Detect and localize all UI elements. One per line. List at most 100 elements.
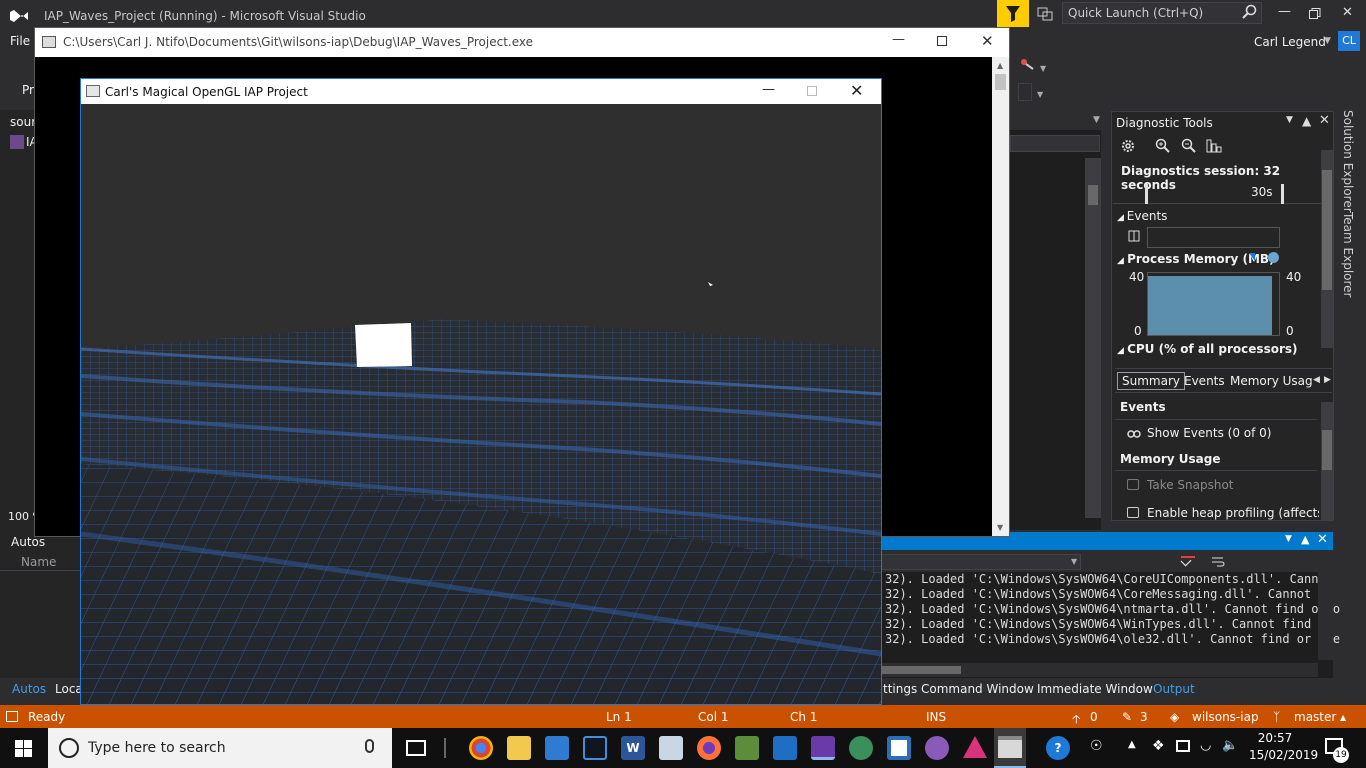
diag-scroll-thumb[interactable] xyxy=(1322,170,1332,290)
minecraft-icon[interactable] xyxy=(735,736,759,760)
gl-minimize-icon[interactable]: — xyxy=(762,82,775,97)
select-tools-icon[interactable] xyxy=(1206,138,1222,154)
word-icon[interactable]: W xyxy=(621,736,645,760)
tab-settings-partial[interactable]: ttings xyxy=(883,682,917,696)
restore-icon[interactable] xyxy=(1309,8,1321,19)
people-icon[interactable]: ☉ xyxy=(1090,738,1103,754)
vscode-icon[interactable] xyxy=(773,736,797,760)
toolbar-dropdown-icon[interactable]: ▼ xyxy=(1040,64,1046,73)
task-view-icon[interactable] xyxy=(406,740,426,756)
autos-col-name[interactable]: Name xyxy=(21,555,56,569)
scroll-down-icon[interactable]: ▼ xyxy=(997,523,1003,532)
live-share-icon[interactable] xyxy=(1037,5,1053,21)
branch-name[interactable]: master xyxy=(1294,710,1336,724)
output-pin-icon[interactable]: ▲ xyxy=(1301,533,1309,546)
output-source-dropdown[interactable] xyxy=(881,554,1081,570)
output-vscrollbar[interactable] xyxy=(1318,572,1333,660)
gl-maximize-icon[interactable] xyxy=(807,86,817,96)
feedback-button[interactable] xyxy=(997,0,1029,27)
events-label-row[interactable]: ◢ Events xyxy=(1117,209,1167,223)
infinity-app-icon[interactable] xyxy=(583,736,607,760)
tab-solution-explorer[interactable]: Solution Explorer xyxy=(1341,110,1355,213)
tab-events[interactable]: Events xyxy=(1184,374,1225,388)
editor-scroll-thumb[interactable] xyxy=(1088,185,1098,205)
help-icon[interactable]: ? xyxy=(1046,736,1070,760)
repo-name[interactable]: wilsons-iap xyxy=(1192,710,1259,724)
timeline-ruler[interactable]: 30s xyxy=(1113,182,1321,204)
chrome-icon[interactable] xyxy=(469,736,493,760)
minimize-icon[interactable]: — xyxy=(1278,4,1291,19)
visual-studio-taskbar-icon[interactable] xyxy=(811,736,835,760)
cpu-row[interactable]: ◢ CPU (% of all processors) xyxy=(1117,342,1298,356)
console-scrollbar[interactable]: ▲ ▼ xyxy=(992,57,1009,536)
search-icon[interactable] xyxy=(1242,4,1258,20)
panel-menu-icon[interactable]: ▼ xyxy=(1286,115,1293,125)
clear-output-icon[interactable] xyxy=(1181,556,1195,558)
status-insert-mode[interactable]: INS xyxy=(926,710,946,724)
triangle-app-icon[interactable] xyxy=(963,736,987,758)
clock-date[interactable]: 15/02/2019 xyxy=(1249,748,1318,762)
clock-time[interactable]: 20:57 xyxy=(1249,731,1301,745)
pin-icon[interactable]: ▲ xyxy=(1302,114,1311,128)
account-name[interactable]: Carl Legend xyxy=(1254,35,1326,49)
image-viewer-icon[interactable] xyxy=(659,736,683,760)
file-explorer-icon[interactable] xyxy=(507,736,531,760)
menu-file[interactable]: File xyxy=(10,34,30,48)
tab-memory-usage[interactable]: Memory Usage xyxy=(1230,374,1312,388)
account-chevron-icon[interactable]: ▼ xyxy=(1324,36,1331,46)
tab-locals[interactable]: Loca xyxy=(55,682,83,696)
tab-autos[interactable]: Autos xyxy=(12,682,46,696)
pause-events-icon[interactable] xyxy=(1128,230,1140,242)
pencil-icon[interactable]: ✎ xyxy=(1122,710,1132,724)
firefox-icon[interactable] xyxy=(697,736,721,760)
windows-start-icon[interactable] xyxy=(15,740,32,757)
tab-scroll-left-icon[interactable]: ◀ xyxy=(1313,375,1320,385)
settings-gear-icon[interactable] xyxy=(1120,138,1136,154)
branch-icon[interactable]: ᛉ xyxy=(1273,710,1280,724)
visual-studio-icon[interactable] xyxy=(8,6,30,26)
close-panel-icon[interactable]: ✕ xyxy=(1319,113,1330,128)
tray-expand-icon[interactable]: ▲ xyxy=(1128,739,1136,750)
output-hscroll-thumb[interactable] xyxy=(881,666,961,674)
scroll-up-icon[interactable]: ▲ xyxy=(997,61,1003,70)
enable-heap-profiling[interactable]: Enable heap profiling (affects xyxy=(1147,506,1319,520)
tab-output[interactable]: Output xyxy=(1153,682,1195,696)
output-text-area[interactable]: 32). Loaded 'C:\Windows\SysWOW64\CoreUIC… xyxy=(881,572,1340,678)
console-close-icon[interactable]: ✕ xyxy=(981,32,994,50)
toolbar-icon[interactable] xyxy=(1020,58,1034,70)
pending-changes-count[interactable]: 3 xyxy=(1140,710,1148,724)
github-desktop-icon[interactable] xyxy=(925,736,949,760)
output-close-icon[interactable]: ✕ xyxy=(1317,532,1328,547)
volume-icon[interactable]: 🔈 xyxy=(1222,738,1238,753)
battery-icon[interactable] xyxy=(1176,740,1190,752)
globe-app-icon[interactable] xyxy=(849,736,873,760)
console-maximize-icon[interactable] xyxy=(937,36,947,46)
avatar[interactable]: CL xyxy=(1338,31,1360,51)
editor-scrollbar[interactable] xyxy=(1085,158,1101,518)
tab-immediate-window[interactable]: Immediate Window xyxy=(1037,682,1153,696)
tab-command-window[interactable]: Command Window xyxy=(921,682,1034,696)
microphone-icon[interactable] xyxy=(365,739,374,753)
events-track[interactable] xyxy=(1147,227,1280,248)
toolbar-dropdown-icon-2[interactable]: ▼ xyxy=(1037,90,1043,99)
output-hscrollbar[interactable] xyxy=(881,663,1318,677)
tab-summary[interactable]: Summary xyxy=(1117,372,1185,390)
console-title-bar[interactable]: C:\Users\Carl J. Ntifo\Documents\Git\wil… xyxy=(35,28,1009,57)
console-scroll-thumb[interactable] xyxy=(995,74,1006,90)
tab-scroll-right-icon[interactable]: ▶ xyxy=(1324,375,1331,385)
summary-scrollbar[interactable] xyxy=(1321,402,1333,520)
gl-close-icon[interactable]: ✕ xyxy=(850,81,863,100)
editor-nav-dropdown[interactable] xyxy=(1010,135,1100,152)
config-dropdown[interactable] xyxy=(1018,83,1032,101)
app-icon[interactable] xyxy=(887,736,911,760)
output-menu-icon[interactable]: ▼ xyxy=(1285,534,1292,544)
editor-dropdown-icon[interactable]: ▼ xyxy=(1093,115,1100,125)
dropbox-icon[interactable]: ❖ xyxy=(1152,738,1165,754)
control-panel-icon[interactable] xyxy=(545,736,569,760)
memory-graph[interactable] xyxy=(1147,272,1280,336)
close-icon[interactable]: ✕ xyxy=(1342,5,1353,20)
opengl-window[interactable]: Carl's Magical OpenGL IAP Project — ✕ xyxy=(80,78,882,705)
active-app-highlight[interactable] xyxy=(994,728,1026,768)
summary-scroll-thumb[interactable] xyxy=(1322,430,1332,470)
diag-scrollbar[interactable] xyxy=(1321,150,1333,348)
